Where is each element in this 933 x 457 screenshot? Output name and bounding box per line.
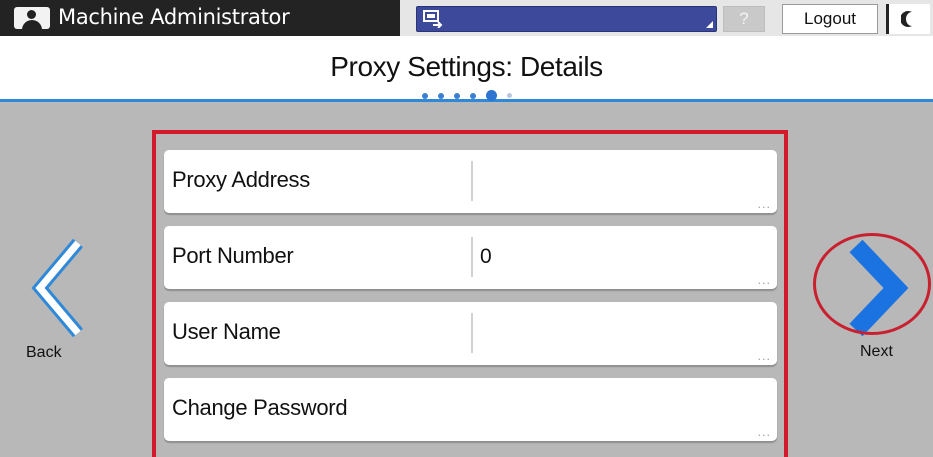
help-button[interactable]: ? bbox=[723, 6, 765, 32]
title-area: Proxy Settings: Details bbox=[0, 36, 933, 102]
chevron-left-icon bbox=[31, 238, 83, 338]
page-dot bbox=[437, 92, 444, 99]
highlight-circle bbox=[813, 233, 931, 335]
network-device-icon bbox=[422, 8, 444, 29]
page-dot bbox=[506, 93, 512, 98]
back-label: Back bbox=[26, 344, 62, 361]
dropdown-corner-icon bbox=[706, 21, 713, 28]
user-name: Machine Administrator bbox=[58, 5, 290, 29]
page-dot-current bbox=[485, 90, 497, 101]
next-label: Next bbox=[860, 343, 893, 360]
page-title: Proxy Settings: Details bbox=[330, 51, 603, 82]
page-dot bbox=[453, 92, 460, 99]
logout-button[interactable]: Logout bbox=[782, 4, 878, 34]
top-status-bar: Machine Administrator ? Logout bbox=[0, 0, 933, 36]
system-status-field[interactable] bbox=[416, 6, 717, 32]
page-dot bbox=[421, 92, 428, 99]
energy-saver-button[interactable] bbox=[886, 4, 930, 34]
page-indicator bbox=[0, 90, 933, 101]
highlight-box bbox=[152, 130, 788, 457]
moon-icon bbox=[901, 11, 912, 27]
logged-in-user-area: Machine Administrator bbox=[0, 0, 400, 36]
back-button[interactable]: Back bbox=[22, 238, 96, 378]
user-icon bbox=[14, 7, 50, 29]
page-dot bbox=[469, 92, 476, 99]
